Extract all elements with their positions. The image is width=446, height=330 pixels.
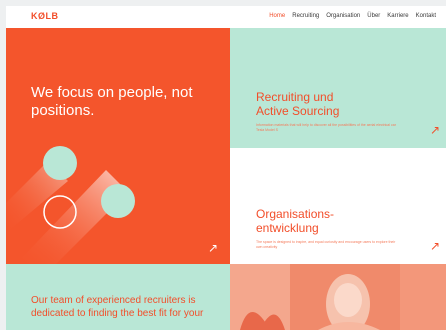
nav-item-recruiting[interactable]: Recruiting — [292, 13, 319, 19]
photo-window-right — [400, 264, 446, 330]
team-photo-illustration — [230, 264, 446, 330]
card-organisation-description: The space is designed to inspire, and eq… — [256, 240, 396, 249]
nav-item-organisation[interactable]: Organisation — [326, 13, 360, 19]
nav-item-ueber[interactable]: Über — [367, 13, 380, 19]
card-organisation[interactable]: Organisations- entwicklung The space is … — [230, 148, 446, 264]
hero-circle-right — [101, 184, 135, 218]
logo[interactable]: KØLB — [31, 11, 59, 21]
nav-item-karriere[interactable]: Karriere — [387, 13, 408, 19]
hero-section: We focus on people, not positions. ↗ — [6, 28, 230, 264]
main-nav: Home Recruiting Organisation Über Karrie… — [269, 13, 436, 19]
photo-person-face — [334, 283, 362, 317]
team-photo — [230, 264, 446, 330]
nav-item-home[interactable]: Home — [269, 13, 285, 19]
arrow-up-right-icon[interactable]: ↗ — [430, 240, 440, 252]
page: KØLB Home Recruiting Organisation Über K… — [6, 6, 446, 330]
hero-illustration — [6, 146, 135, 264]
arrow-up-right-icon[interactable]: ↗ — [208, 242, 218, 254]
card-recruiting-title: Recruiting und Active Sourcing — [256, 90, 340, 118]
card-organisation-title: Organisations- entwicklung — [256, 207, 335, 235]
hero-circle-top — [43, 146, 77, 180]
team-section: Our team of experienced recruiters is de… — [6, 264, 230, 330]
arrow-up-right-icon[interactable]: ↗ — [430, 124, 440, 136]
nav-item-kontakt[interactable]: Kontakt — [416, 13, 436, 19]
team-text: Our team of experienced recruiters is de… — [31, 295, 204, 319]
card-recruiting[interactable]: Recruiting und Active Sourcing Informati… — [230, 28, 446, 148]
site-header: KØLB Home Recruiting Organisation Über K… — [6, 6, 446, 28]
card-recruiting-description: Information materials that will help to … — [256, 123, 396, 132]
